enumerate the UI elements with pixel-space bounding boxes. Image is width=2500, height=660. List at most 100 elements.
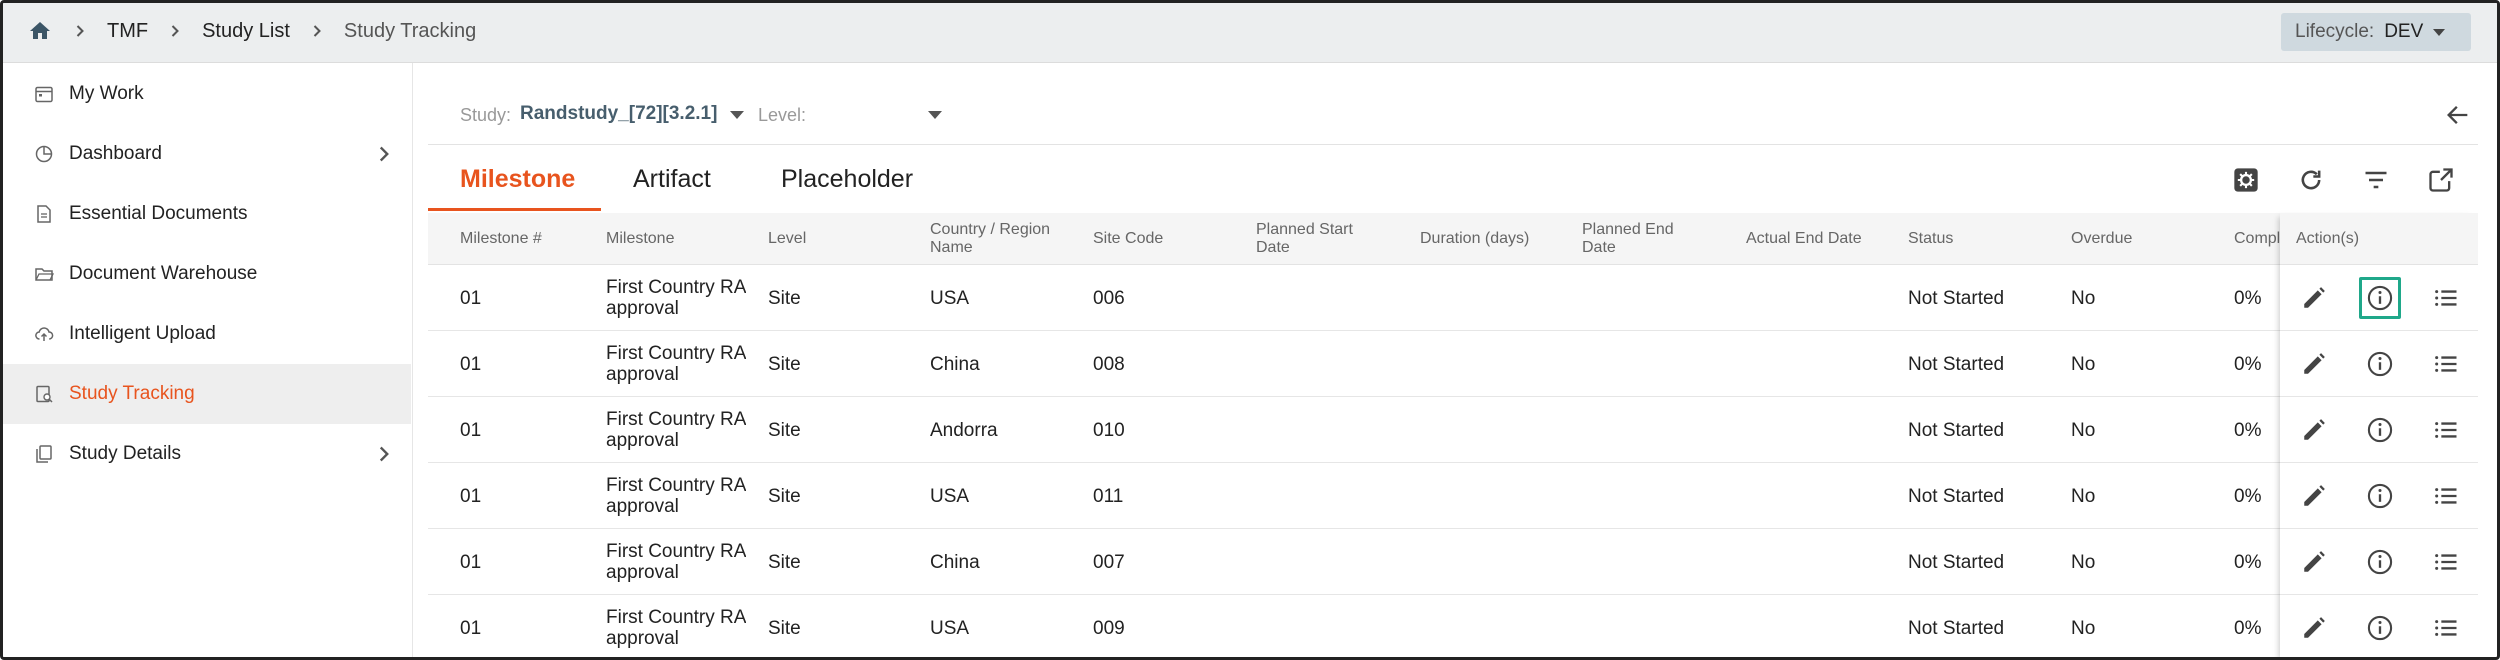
column-header-duration-days[interactable]: Duration (days) <box>1420 213 1578 265</box>
table-row[interactable]: 01 First Country RA approval Site Andorra 01… <box>428 397 2478 463</box>
column-header-actual-end-date[interactable]: Actual End Date <box>1746 213 1904 265</box>
table-row[interactable]: 01 First Country RA approval Site China 007 N… <box>428 529 2478 595</box>
column-header-level[interactable]: Level <box>768 213 923 265</box>
cell-country-region: USA <box>930 287 970 309</box>
arrow-back-icon[interactable] <box>2444 101 2472 129</box>
edit-icon[interactable] <box>2298 414 2330 446</box>
sidebar: My Work Dashboard Essential Documents Do… <box>3 63 413 657</box>
chevron-right-icon <box>67 18 93 44</box>
sidebar-item-label: Dashboard <box>69 143 162 164</box>
cell-overdue: No <box>2071 419 2096 441</box>
cell-planned-end-date <box>1582 595 1740 657</box>
list-icon[interactable] <box>2430 612 2462 644</box>
edit-icon[interactable] <box>2298 282 2330 314</box>
info-icon[interactable] <box>2364 348 2396 380</box>
caret-down-icon[interactable] <box>730 111 744 119</box>
cell-actual-end-date <box>1746 331 1904 397</box>
sidebar-item-study-tracking[interactable]: Study Tracking <box>3 364 411 424</box>
chevron-right-icon <box>304 18 330 44</box>
column-header-site-code[interactable]: Site Code <box>1093 213 1251 265</box>
list-icon[interactable] <box>2430 546 2462 578</box>
cell-status: Not Started <box>1908 485 2005 507</box>
sidebar-item-dashboard[interactable]: Dashboard <box>3 124 411 184</box>
chevron-right-icon <box>162 18 188 44</box>
table-row[interactable]: 01 First Country RA approval Site USA 006 Not… <box>428 265 2478 331</box>
refresh-icon[interactable] <box>2296 165 2326 195</box>
sidebar-item-label: Document Warehouse <box>69 263 258 284</box>
sidebar-item-intelligent-upload[interactable]: Intelligent Upload <box>3 304 411 364</box>
tab-placeholder[interactable]: Placeholder <box>781 147 913 211</box>
tab-bar: Milestone Artifact Placeholder <box>428 147 2478 213</box>
column-header-overdue[interactable]: Overdue <box>2071 213 2229 265</box>
sidebar-item-document-warehouse[interactable]: Document Warehouse <box>3 244 411 304</box>
cell-site-code: 006 <box>1093 287 1125 309</box>
info-icon[interactable] <box>2364 546 2396 578</box>
list-icon[interactable] <box>2430 348 2462 380</box>
main-content: Study: Randstudy_[72][3.2.1] Level: Mile… <box>428 63 2478 657</box>
info-icon[interactable] <box>2364 414 2396 446</box>
home-icon[interactable] <box>27 18 53 44</box>
chevron-right-icon[interactable] <box>371 141 397 167</box>
level-label: Level: <box>758 105 807 125</box>
study-select[interactable]: Randstudy_[72][3.2.1] <box>520 103 717 125</box>
list-icon[interactable] <box>2430 282 2462 314</box>
edit-icon[interactable] <box>2298 546 2330 578</box>
cell-duration-days <box>1420 595 1578 657</box>
settings-icon[interactable] <box>2231 165 2261 195</box>
cell-country-region: China <box>930 551 980 573</box>
cell-actual-end-date <box>1746 265 1904 331</box>
column-header-status[interactable]: Status <box>1908 213 2066 265</box>
chevron-right-icon[interactable] <box>371 441 397 467</box>
filter-icon[interactable] <box>2361 165 2391 195</box>
open-external-icon[interactable] <box>2426 165 2456 195</box>
breadcrumb-tmf[interactable]: TMF <box>107 20 148 43</box>
tab-artifact[interactable]: Artifact <box>633 147 711 211</box>
column-header-milestone-name[interactable]: Milestone <box>606 213 761 265</box>
actions-column: Action(s) <box>2280 213 2478 657</box>
list-icon[interactable] <box>2430 480 2462 512</box>
cell-duration-days <box>1420 463 1578 529</box>
cell-overdue: No <box>2071 551 2096 573</box>
table-row[interactable]: 01 First Country RA approval Site China 008 N… <box>428 331 2478 397</box>
table-header: Milestone # Milestone Level Country / Regio… <box>428 213 2478 265</box>
focus-highlight <box>2359 277 2401 319</box>
list-icon[interactable] <box>2430 414 2462 446</box>
cell-site-code: 007 <box>1093 551 1125 573</box>
top-bar: TMF Study List Study Tracking Lifecycle:… <box>3 3 2497 63</box>
edit-icon[interactable] <box>2298 348 2330 380</box>
sidebar-item-essential-documents[interactable]: Essential Documents <box>3 184 411 244</box>
edit-icon[interactable] <box>2298 480 2330 512</box>
cell-duration-days <box>1420 397 1578 463</box>
cell-milestone-name: First Country RA approval <box>606 343 746 385</box>
breadcrumb-study-list[interactable]: Study List <box>202 20 290 43</box>
level-select-caret-icon[interactable] <box>928 111 942 119</box>
cell-level: Site <box>768 353 801 375</box>
breadcrumb-study-tracking: Study Tracking <box>343 19 477 42</box>
tab-milestone[interactable]: Milestone <box>460 147 575 211</box>
sidebar-item-study-details[interactable]: Study Details <box>3 424 411 484</box>
cell-planned-end-date <box>1582 529 1740 595</box>
cell-planned-end-date <box>1582 265 1740 331</box>
column-header-planned-end-date[interactable]: Planned End Date <box>1582 213 1740 265</box>
caret-down-icon <box>2433 28 2446 36</box>
table-row[interactable]: 01 First Country RA approval Site USA 011 Not… <box>428 463 2478 529</box>
info-icon[interactable] <box>2364 612 2396 644</box>
sidebar-item-label: Study Details <box>69 443 181 464</box>
active-tab-indicator <box>428 208 601 211</box>
column-header-country-region[interactable]: Country / Region Name <box>930 213 1088 265</box>
lifecycle-dropdown[interactable]: Lifecycle: DEV <box>2281 13 2471 51</box>
column-header-milestone-number[interactable]: Milestone # <box>460 213 600 265</box>
sidebar-item-my-work[interactable]: My Work <box>3 64 411 124</box>
info-icon[interactable] <box>2364 480 2396 512</box>
cell-overdue: No <box>2071 617 2096 639</box>
cell-status: Not Started <box>1908 419 2005 441</box>
pie-chart-icon <box>33 143 55 165</box>
table-row[interactable]: 01 First Country RA approval Site USA 009 Not… <box>428 595 2478 657</box>
column-header-planned-start-date[interactable]: Planned Start Date <box>1256 213 1414 265</box>
edit-icon[interactable] <box>2298 612 2330 644</box>
cell-milestone-number: 01 <box>460 617 482 639</box>
cell-planned-start-date <box>1256 397 1414 463</box>
cell-overdue: No <box>2071 287 2096 309</box>
sidebar-item-label: My Work <box>69 83 144 104</box>
app-window: TMF Study List Study Tracking Lifecycle:… <box>0 0 2500 660</box>
